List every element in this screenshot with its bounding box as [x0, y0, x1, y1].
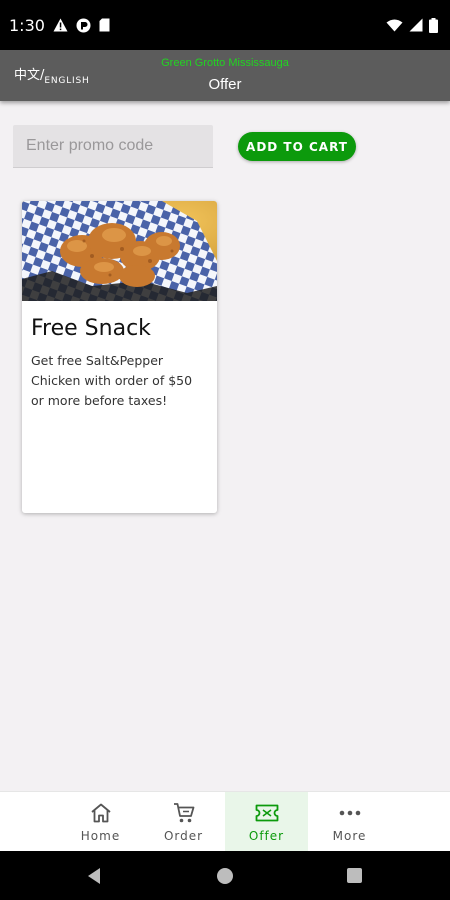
nav-more-label: More	[332, 829, 367, 843]
battery-icon	[429, 17, 438, 33]
nav-offer-label: Offer	[248, 829, 285, 843]
page-title: Offer	[208, 76, 242, 93]
bottom-navigation: Home Order Offer More	[0, 791, 450, 852]
nav-offer[interactable]: Offer	[225, 792, 308, 852]
app-bar: 中文 / ENGLISH Green Grotto Mississauga Offe…	[0, 50, 450, 101]
home-circle-icon[interactable]	[217, 868, 233, 884]
back-icon[interactable]	[86, 867, 102, 890]
nav-home-label: Home	[80, 829, 121, 843]
status-right	[386, 17, 438, 33]
store-name: Green Grotto Mississauga	[161, 57, 289, 69]
system-navigation-bar	[0, 851, 450, 900]
sim-card-icon	[99, 18, 110, 32]
nav-more[interactable]: More	[308, 792, 391, 852]
salt-pepper-chicken-photo	[22, 201, 217, 301]
cart-icon	[173, 801, 195, 825]
offer-title: Free Snack	[31, 316, 151, 341]
more-horizontal-icon	[339, 801, 361, 825]
add-to-cart-button[interactable]: ADD TO CART	[238, 132, 356, 161]
home-icon	[90, 801, 112, 825]
status-time: 1:30	[9, 15, 45, 35]
warning-icon	[53, 18, 68, 32]
signal-icon	[409, 18, 423, 32]
promo-code-input[interactable]	[13, 125, 213, 168]
ticket-icon	[255, 801, 279, 825]
status-left: 1:30	[9, 16, 110, 35]
nav-order[interactable]: Order	[142, 792, 225, 852]
pocket-icon	[76, 18, 91, 33]
nav-order-label: Order	[163, 829, 204, 843]
wifi-icon	[386, 19, 403, 32]
offer-screen: 1:30 中文 / ENGLISH Green Grotto Mississau…	[0, 0, 450, 900]
nav-home[interactable]: Home	[59, 792, 142, 852]
offer-description: Get free Salt&Pepper Chicken with order …	[31, 353, 193, 408]
recents-icon[interactable]	[347, 868, 362, 883]
offer-card[interactable]: Free Snack Get free Salt&Pepper Chicken …	[22, 201, 217, 513]
status-bar: 1:30	[0, 0, 450, 50]
